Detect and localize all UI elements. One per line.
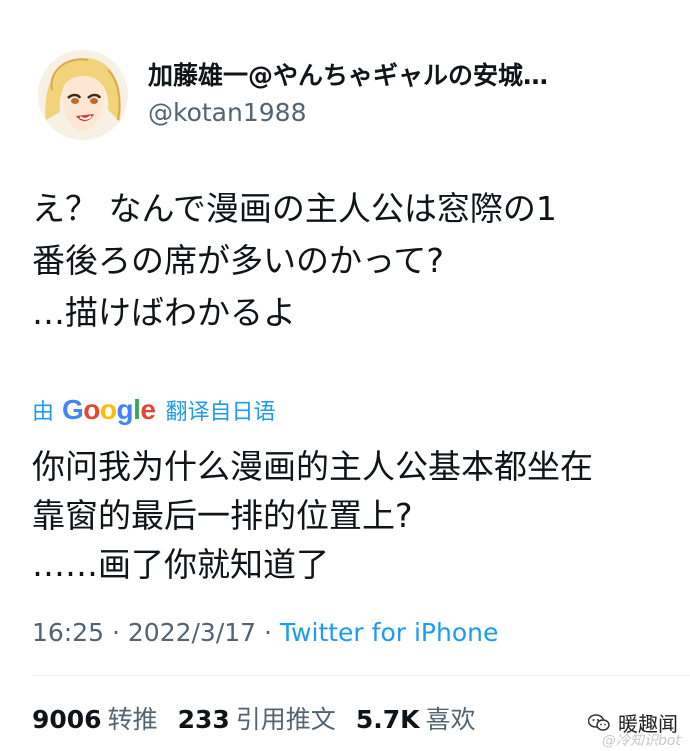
avatar-illustration: [38, 50, 128, 140]
like-label[interactable]: 喜欢: [425, 700, 475, 736]
translated-text: 你问我为什么漫画的主人公基本都坐在 靠窗的最后一排的位置上? ……画了你就知道了: [32, 442, 682, 589]
retweet-count[interactable]: 9006: [32, 705, 102, 734]
translated-text-line: 你问我为什么漫画的主人公基本都坐在: [32, 447, 593, 486]
quote-label[interactable]: 引用推文: [236, 700, 336, 736]
author-display-name[interactable]: 加藤雄一@やんちゃギャルの安城…: [148, 56, 668, 92]
google-logo: Google: [62, 394, 156, 425]
tweet-meta: 16:25 · 2022/3/17 · Twitter for iPhone: [32, 618, 498, 647]
tweet-text-line: …描けばわかるよ: [32, 293, 296, 332]
translate-action-label[interactable]: 翻译自日语: [165, 394, 275, 426]
translated-text-line: ……画了你就知道了: [32, 545, 329, 584]
quote-count[interactable]: 233: [178, 705, 230, 734]
retweet-label[interactable]: 转推: [108, 700, 158, 736]
tweet-time[interactable]: 16:25: [32, 618, 104, 647]
tweet-stats: 9006 转推 233 引用推文 5.7K 喜欢: [32, 700, 496, 736]
tweet-date[interactable]: 2022/3/17: [128, 618, 256, 647]
tweet-source-link[interactable]: Twitter for iPhone: [280, 618, 498, 647]
watermark-sub: @冷知识bot: [602, 733, 681, 749]
translated-text-line: 靠窗的最后一排的位置上?: [32, 496, 413, 535]
like-count[interactable]: 5.7K: [356, 705, 420, 734]
tweet-text: え？ なんで漫画の主人公は窓際の1 番後ろの席が多いのかって? …描けばわかるよ: [32, 183, 672, 339]
wechat-icon: [588, 713, 610, 731]
avatar[interactable]: [38, 50, 128, 140]
translate-by-google[interactable]: 由 Google 翻译自日语: [32, 393, 276, 427]
author-handle[interactable]: @kotan1988: [148, 98, 306, 127]
translate-by-label: 由: [32, 400, 55, 425]
divider: [32, 675, 690, 676]
meta-separator: ·: [104, 618, 128, 647]
tweet-text-line: え？ なんで漫画の主人公は窓際の1: [32, 189, 557, 228]
meta-separator: ·: [256, 618, 280, 647]
tweet-card: 加藤雄一@やんちゃギャルの安城… @kotan1988 え？ なんで漫画の主人公…: [0, 0, 690, 751]
tweet-text-line: 番後ろの席が多いのかって?: [32, 241, 444, 280]
